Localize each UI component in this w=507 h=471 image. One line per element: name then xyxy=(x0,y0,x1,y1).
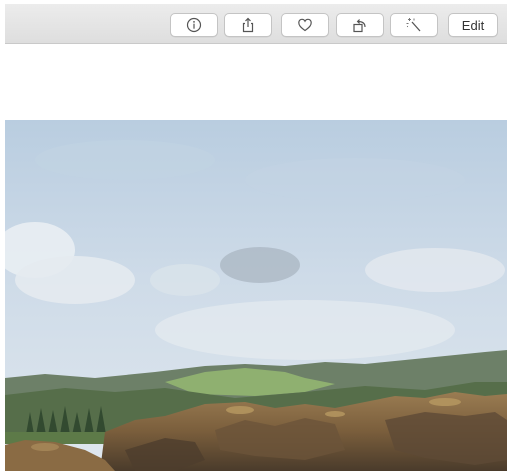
favorite-button[interactable] xyxy=(281,13,329,37)
share-icon xyxy=(242,17,254,33)
rotate-button[interactable] xyxy=(336,13,384,37)
toolbar: Edit xyxy=(5,4,507,44)
magic-wand-icon xyxy=(406,18,421,32)
heart-icon xyxy=(298,18,312,32)
edit-button[interactable]: Edit xyxy=(448,13,498,37)
info-button[interactable] xyxy=(170,13,218,37)
share-button[interactable] xyxy=(224,13,272,37)
photo[interactable] xyxy=(5,120,507,471)
enhance-button[interactable] xyxy=(390,13,438,37)
photo-image xyxy=(5,120,507,471)
edit-button-label: Edit xyxy=(461,17,485,33)
info-icon xyxy=(186,17,202,33)
rotate-icon xyxy=(353,19,366,33)
